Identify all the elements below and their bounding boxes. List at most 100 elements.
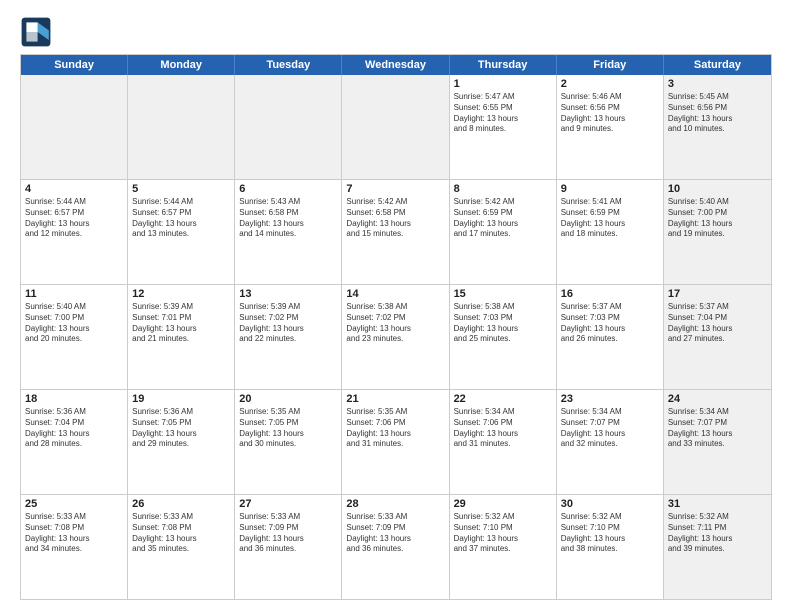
day-cell-15: 15 Sunrise: 5:38 AM Sunset: 7:03 PM Dayli…	[450, 285, 557, 389]
week-row-1: 1 Sunrise: 5:47 AM Sunset: 6:55 PM Daylig…	[21, 75, 771, 180]
header-day-friday: Friday	[557, 55, 664, 75]
header-day-saturday: Saturday	[664, 55, 771, 75]
day-cell-11: 11 Sunrise: 5:40 AM Sunset: 7:00 PM Dayli…	[21, 285, 128, 389]
day-info: Sunrise: 5:46 AM Sunset: 6:56 PM Dayligh…	[561, 92, 659, 135]
header-day-tuesday: Tuesday	[235, 55, 342, 75]
day-number: 14	[346, 288, 444, 300]
day-number: 16	[561, 288, 659, 300]
day-cell-24: 24Sunrise: 5:34 AM Sunset: 7:07 PM Dayli…	[664, 390, 771, 494]
week-row-3: 11 Sunrise: 5:40 AM Sunset: 7:00 PM Dayli…	[21, 285, 771, 390]
day-cell-22: 22 Sunrise: 5:34 AM Sunset: 7:06 PM Dayli…	[450, 390, 557, 494]
day-info: Sunrise: 5:37 AM Sunset: 7:04 PM Dayligh…	[668, 302, 767, 345]
day-cell-3: 3 Sunrise: 5:45 AM Sunset: 6:56 PM Daylig…	[664, 75, 771, 179]
day-number: 31	[668, 498, 767, 510]
header-day-thursday: Thursday	[450, 55, 557, 75]
day-number: 3	[668, 78, 767, 90]
empty-cell	[21, 75, 128, 179]
day-info: Sunrise: 5:47 AM Sunset: 6:55 PM Dayligh…	[454, 92, 552, 135]
day-number: 13	[239, 288, 337, 300]
day-cell-14: 14 Sunrise: 5:38 AM Sunset: 7:02 PM Dayli…	[342, 285, 449, 389]
day-cell-5: 5 Sunrise: 5:44 AM Sunset: 6:57 PM Daylig…	[128, 180, 235, 284]
empty-cell	[235, 75, 342, 179]
day-number: 8	[454, 183, 552, 195]
day-number: 12	[132, 288, 230, 300]
day-info: Sunrise: 5:37 AM Sunset: 7:03 PM Dayligh…	[561, 302, 659, 345]
day-info: Sunrise: 5:42 AM Sunset: 6:59 PM Dayligh…	[454, 197, 552, 240]
day-cell-23: 23 Sunrise: 5:34 AM Sunset: 7:07 PM Dayli…	[557, 390, 664, 494]
day-cell-31: 31 Sunrise: 5:32 AM Sunset: 7:11 PM Dayli…	[664, 495, 771, 599]
day-number: 30	[561, 498, 659, 510]
day-number: 23	[561, 393, 659, 405]
day-cell-1: 1 Sunrise: 5:47 AM Sunset: 6:55 PM Daylig…	[450, 75, 557, 179]
day-cell-10: 10 Sunrise: 5:40 AM Sunset: 7:00 PM Dayli…	[664, 180, 771, 284]
day-info: Sunrise: 5:44 AM Sunset: 6:57 PM Dayligh…	[132, 197, 230, 240]
day-info: Sunrise: 5:35 AM Sunset: 7:06 PM Dayligh…	[346, 407, 444, 450]
day-info: Sunrise: 5:33 AM Sunset: 7:08 PM Dayligh…	[25, 512, 123, 555]
day-info: Sunrise: 5:36 AM Sunset: 7:05 PM Dayligh…	[132, 407, 230, 450]
day-cell-9: 9 Sunrise: 5:41 AM Sunset: 6:59 PM Daylig…	[557, 180, 664, 284]
page: SundayMondayTuesdayWednesdayThursdayFrid…	[0, 0, 792, 612]
day-number: 19	[132, 393, 230, 405]
calendar-body: 1 Sunrise: 5:47 AM Sunset: 6:55 PM Daylig…	[21, 75, 771, 599]
day-number: 17	[668, 288, 767, 300]
header-day-sunday: Sunday	[21, 55, 128, 75]
day-number: 22	[454, 393, 552, 405]
day-info: Sunrise: 5:42 AM Sunset: 6:58 PM Dayligh…	[346, 197, 444, 240]
day-cell-21: 21 Sunrise: 5:35 AM Sunset: 7:06 PM Dayli…	[342, 390, 449, 494]
day-info: Sunrise: 5:39 AM Sunset: 7:02 PM Dayligh…	[239, 302, 337, 345]
day-info: Sunrise: 5:35 AM Sunset: 7:05 PM Dayligh…	[239, 407, 337, 450]
day-number: 9	[561, 183, 659, 195]
day-number: 7	[346, 183, 444, 195]
day-number: 15	[454, 288, 552, 300]
day-info: Sunrise: 5:32 AM Sunset: 7:10 PM Dayligh…	[454, 512, 552, 555]
day-cell-25: 25 Sunrise: 5:33 AM Sunset: 7:08 PM Dayli…	[21, 495, 128, 599]
day-cell-7: 7 Sunrise: 5:42 AM Sunset: 6:58 PM Daylig…	[342, 180, 449, 284]
logo	[20, 16, 56, 48]
day-cell-13: 13 Sunrise: 5:39 AM Sunset: 7:02 PM Dayli…	[235, 285, 342, 389]
empty-cell	[342, 75, 449, 179]
day-info: Sunrise: 5:43 AM Sunset: 6:58 PM Dayligh…	[239, 197, 337, 240]
day-number: 25	[25, 498, 123, 510]
day-number: 26	[132, 498, 230, 510]
day-number: 4	[25, 183, 123, 195]
day-info: Sunrise: 5:34 AM Sunset: 7:06 PM Dayligh…	[454, 407, 552, 450]
day-info: Sunrise: 5:38 AM Sunset: 7:02 PM Dayligh…	[346, 302, 444, 345]
day-info: Sunrise: 5:44 AM Sunset: 6:57 PM Dayligh…	[25, 197, 123, 240]
empty-cell	[128, 75, 235, 179]
day-number: 2	[561, 78, 659, 90]
day-info: Sunrise: 5:40 AM Sunset: 7:00 PM Dayligh…	[668, 197, 767, 240]
day-cell-2: 2 Sunrise: 5:46 AM Sunset: 6:56 PM Daylig…	[557, 75, 664, 179]
day-number: 10	[668, 183, 767, 195]
day-number: 21	[346, 393, 444, 405]
day-cell-26: 26 Sunrise: 5:33 AM Sunset: 7:08 PM Dayli…	[128, 495, 235, 599]
day-info: Sunrise: 5:38 AM Sunset: 7:03 PM Dayligh…	[454, 302, 552, 345]
header-day-monday: Monday	[128, 55, 235, 75]
day-info: Sunrise: 5:33 AM Sunset: 7:08 PM Dayligh…	[132, 512, 230, 555]
logo-icon	[20, 16, 52, 48]
day-number: 11	[25, 288, 123, 300]
day-cell-16: 16 Sunrise: 5:37 AM Sunset: 7:03 PM Dayli…	[557, 285, 664, 389]
day-info: Sunrise: 5:36 AM Sunset: 7:04 PM Dayligh…	[25, 407, 123, 450]
day-number: 6	[239, 183, 337, 195]
day-info: Sunrise: 5:33 AM Sunset: 7:09 PM Dayligh…	[346, 512, 444, 555]
day-number: 28	[346, 498, 444, 510]
day-info: Sunrise: 5:34 AM Sunset: 7:07 PM Dayligh…	[561, 407, 659, 450]
day-cell-12: 12Sunrise: 5:39 AM Sunset: 7:01 PM Dayli…	[128, 285, 235, 389]
calendar: SundayMondayTuesdayWednesdayThursdayFrid…	[20, 54, 772, 600]
day-number: 5	[132, 183, 230, 195]
day-cell-28: 28 Sunrise: 5:33 AM Sunset: 7:09 PM Dayli…	[342, 495, 449, 599]
day-cell-19: 19 Sunrise: 5:36 AM Sunset: 7:05 PM Dayli…	[128, 390, 235, 494]
day-info: Sunrise: 5:32 AM Sunset: 7:11 PM Dayligh…	[668, 512, 767, 555]
day-info: Sunrise: 5:33 AM Sunset: 7:09 PM Dayligh…	[239, 512, 337, 555]
day-cell-17: 17 Sunrise: 5:37 AM Sunset: 7:04 PM Dayli…	[664, 285, 771, 389]
day-number: 24	[668, 393, 767, 405]
day-cell-20: 20Sunrise: 5:35 AM Sunset: 7:05 PM Dayli…	[235, 390, 342, 494]
day-cell-8: 8 Sunrise: 5:42 AM Sunset: 6:59 PM Daylig…	[450, 180, 557, 284]
header-day-wednesday: Wednesday	[342, 55, 449, 75]
day-info: Sunrise: 5:45 AM Sunset: 6:56 PM Dayligh…	[668, 92, 767, 135]
day-info: Sunrise: 5:40 AM Sunset: 7:00 PM Dayligh…	[25, 302, 123, 345]
day-number: 29	[454, 498, 552, 510]
day-info: Sunrise: 5:41 AM Sunset: 6:59 PM Dayligh…	[561, 197, 659, 240]
day-number: 27	[239, 498, 337, 510]
day-number: 1	[454, 78, 552, 90]
